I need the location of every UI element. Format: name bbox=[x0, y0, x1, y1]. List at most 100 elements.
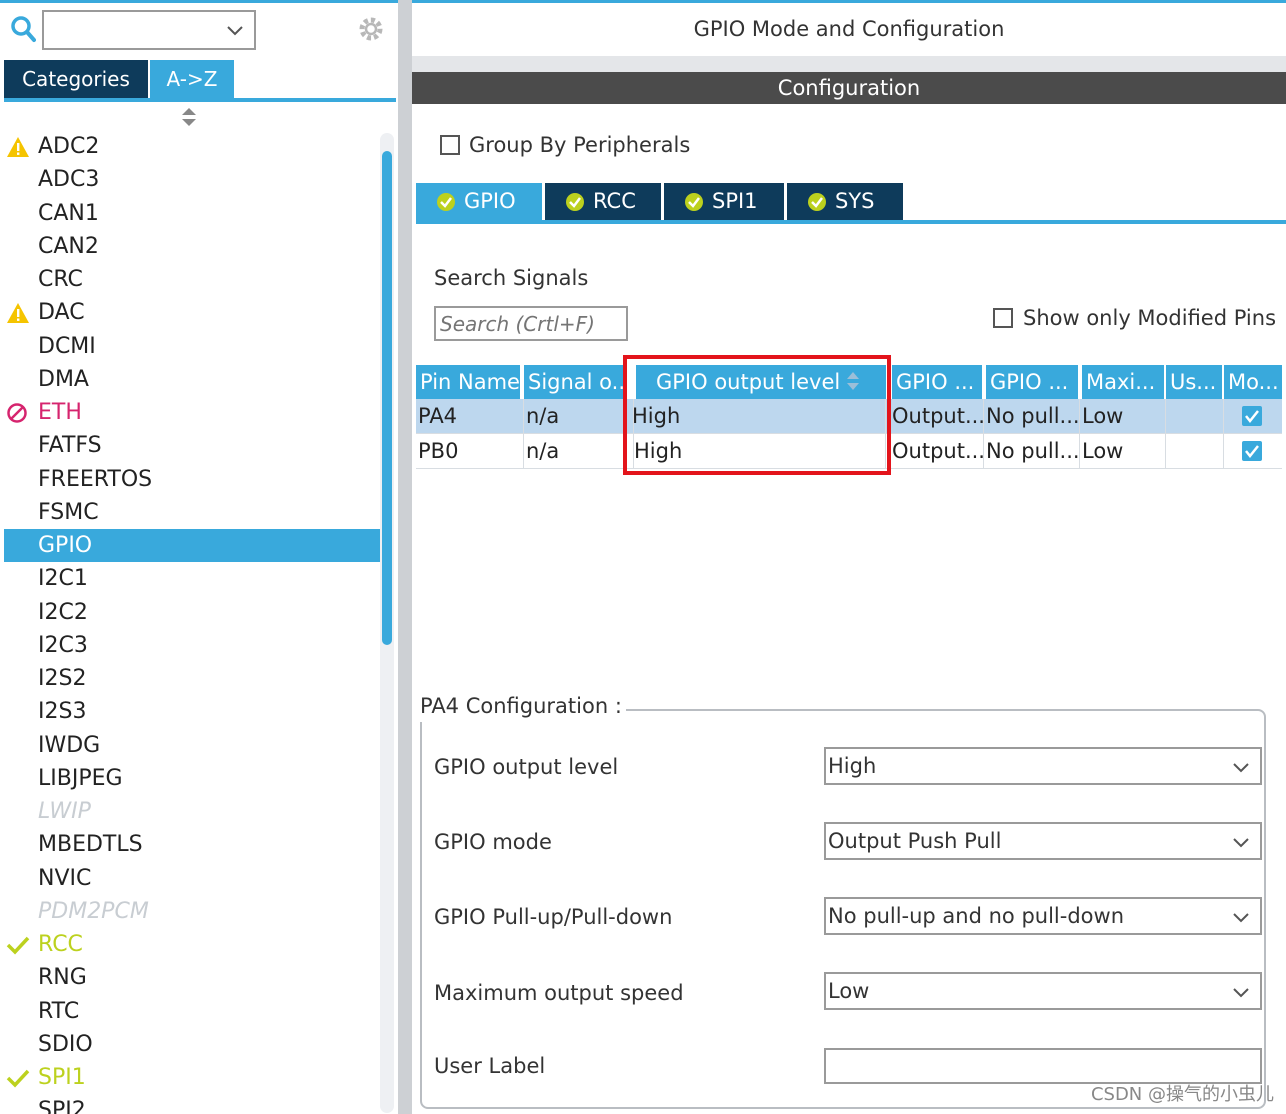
list-item[interactable]: ADC3 bbox=[4, 163, 380, 196]
tab-sys-label: SYS bbox=[835, 189, 875, 213]
list-item[interactable]: RCC bbox=[4, 928, 380, 961]
watermark: CSDN @操气的小虫儿 bbox=[1090, 1084, 1274, 1105]
col-signal[interactable]: Signal o... bbox=[524, 365, 626, 399]
gpio-pull-select[interactable]: No pull-up and no pull-down bbox=[824, 897, 1262, 935]
list-item[interactable]: DMA bbox=[4, 363, 380, 396]
list-item[interactable]: MBEDTLS bbox=[4, 828, 380, 861]
sort-icon[interactable] bbox=[180, 107, 198, 127]
check-circle-icon bbox=[808, 193, 826, 211]
list-item[interactable]: RTC bbox=[4, 995, 380, 1028]
list-item[interactable]: I2S3 bbox=[4, 695, 380, 728]
cell-signal: n/a bbox=[524, 434, 634, 469]
tab-underline bbox=[4, 98, 396, 102]
tab-a-z[interactable]: A->Z bbox=[150, 60, 234, 98]
max-output-speed-select[interactable]: Low bbox=[824, 972, 1262, 1010]
list-item[interactable]: ADC2 bbox=[4, 130, 380, 163]
cell-pull: No pull... bbox=[984, 399, 1080, 434]
modified-checkbox[interactable] bbox=[1242, 406, 1262, 426]
list-item-label: NVIC bbox=[38, 865, 92, 891]
gpio-mode-label: GPIO mode bbox=[434, 830, 552, 854]
list-item[interactable]: CRC bbox=[4, 263, 380, 296]
list-item[interactable]: RNG bbox=[4, 961, 380, 994]
list-item-label: ADC2 bbox=[38, 134, 100, 159]
list-item-label: I2S2 bbox=[38, 666, 87, 691]
list-item-label: I2S3 bbox=[38, 699, 87, 725]
list-item-label: FATFS bbox=[38, 433, 102, 459]
tab-rcc[interactable]: RCC bbox=[545, 183, 661, 220]
scrollbar-thumb[interactable] bbox=[382, 151, 392, 645]
list-item[interactable]: DCMI bbox=[4, 330, 380, 363]
cell-mode: Output... bbox=[890, 399, 984, 434]
list-item[interactable]: FREERTOS bbox=[4, 463, 380, 496]
list-item-label: SDIO bbox=[38, 1031, 93, 1057]
peripheral-search-combo[interactable] bbox=[42, 10, 256, 50]
tab-rcc-label: RCC bbox=[593, 189, 636, 213]
list-item-label: FSMC bbox=[38, 499, 99, 525]
list-item-label: CAN1 bbox=[38, 200, 99, 226]
signal-search-input[interactable] bbox=[434, 306, 628, 341]
list-item[interactable]: FSMC bbox=[4, 496, 380, 529]
cell-speed: Low bbox=[1080, 399, 1166, 434]
list-item[interactable]: SDIO bbox=[4, 1028, 380, 1061]
list-item-label: RCC bbox=[38, 932, 83, 957]
col-gpio-pull[interactable]: GPIO ... bbox=[986, 365, 1080, 399]
pa4-configuration-legend: PA4 Configuration : bbox=[420, 690, 626, 722]
list-item-label: ETH bbox=[38, 400, 82, 425]
search-signals-label: Search Signals bbox=[434, 266, 589, 290]
check-circle-icon bbox=[566, 193, 584, 211]
left-panel: Categories A->Z ADC2 ADC3 CAN1 CAN2 CRC DAC DC… bbox=[0, 0, 398, 1114]
check-circle-icon bbox=[685, 193, 703, 211]
list-item[interactable]: LWIP bbox=[4, 795, 380, 828]
tab-sys[interactable]: SYS bbox=[787, 183, 903, 220]
cell-pin: PB0 bbox=[416, 434, 524, 469]
tab-spi1[interactable]: SPI1 bbox=[664, 183, 784, 220]
tab-gpio[interactable]: GPIO bbox=[416, 183, 542, 220]
list-item[interactable]: I2C2 bbox=[4, 596, 380, 629]
col-user-label[interactable]: Us... bbox=[1166, 365, 1224, 399]
list-item[interactable]: CAN2 bbox=[4, 230, 380, 263]
group-by-peripherals-checkbox[interactable] bbox=[440, 135, 460, 155]
warning-icon bbox=[7, 137, 29, 157]
list-item[interactable]: IWDG bbox=[4, 729, 380, 762]
mode-divider[interactable] bbox=[412, 56, 1286, 72]
col-modified[interactable]: Mo... bbox=[1224, 365, 1282, 399]
list-item[interactable]: SPI1 bbox=[4, 1061, 380, 1094]
gpio-mode-select[interactable]: Output Push Pull bbox=[824, 822, 1262, 860]
gear-icon[interactable] bbox=[356, 14, 386, 44]
gpio-mode-value: Output Push Pull bbox=[828, 829, 1002, 853]
chevron-down-icon[interactable] bbox=[226, 21, 244, 39]
list-item-label: DCMI bbox=[38, 333, 96, 359]
col-gpio-mode[interactable]: GPIO ... bbox=[892, 365, 984, 399]
list-item-label: RNG bbox=[38, 965, 87, 991]
show-modified-label: Show only Modified Pins bbox=[1023, 306, 1277, 330]
list-scrollbar[interactable] bbox=[380, 133, 394, 1113]
list-item[interactable]: I2C1 bbox=[4, 562, 380, 595]
list-item-label: FREERTOS bbox=[38, 466, 153, 492]
list-item[interactable]: PDM2PCM bbox=[4, 895, 380, 928]
gpio-output-level-select[interactable]: High bbox=[824, 747, 1262, 785]
list-item[interactable]: SPI2 bbox=[4, 1094, 380, 1114]
tab-underline bbox=[416, 220, 1286, 224]
panel-splitter[interactable] bbox=[398, 0, 412, 1114]
list-item[interactable]: FATFS bbox=[4, 429, 380, 462]
list-item[interactable]: LIBJPEG bbox=[4, 762, 380, 795]
right-panel: GPIO Mode and Configuration Configuratio… bbox=[412, 0, 1286, 1114]
list-item[interactable]: GPIO bbox=[4, 529, 380, 563]
list-item[interactable]: DAC bbox=[4, 296, 380, 329]
list-item[interactable]: I2C3 bbox=[4, 629, 380, 662]
modified-checkbox[interactable] bbox=[1242, 441, 1262, 461]
cell-pin: PA4 bbox=[416, 399, 524, 434]
list-item[interactable]: I2S2 bbox=[4, 662, 380, 695]
list-item[interactable]: ETH bbox=[4, 396, 380, 429]
search-icon[interactable] bbox=[10, 15, 36, 43]
col-max-speed[interactable]: Maxi... bbox=[1082, 365, 1166, 399]
cell-user-label bbox=[1166, 434, 1224, 469]
max-output-speed-label: Maximum output speed bbox=[434, 981, 684, 1005]
show-modified-checkbox[interactable] bbox=[993, 308, 1013, 328]
list-item[interactable]: NVIC bbox=[4, 862, 380, 895]
user-label-input[interactable] bbox=[824, 1048, 1262, 1084]
list-item[interactable]: CAN1 bbox=[4, 197, 380, 230]
check-icon bbox=[6, 1069, 30, 1088]
col-pin-name[interactable]: Pin Name bbox=[416, 365, 522, 399]
tab-categories[interactable]: Categories bbox=[4, 60, 148, 98]
